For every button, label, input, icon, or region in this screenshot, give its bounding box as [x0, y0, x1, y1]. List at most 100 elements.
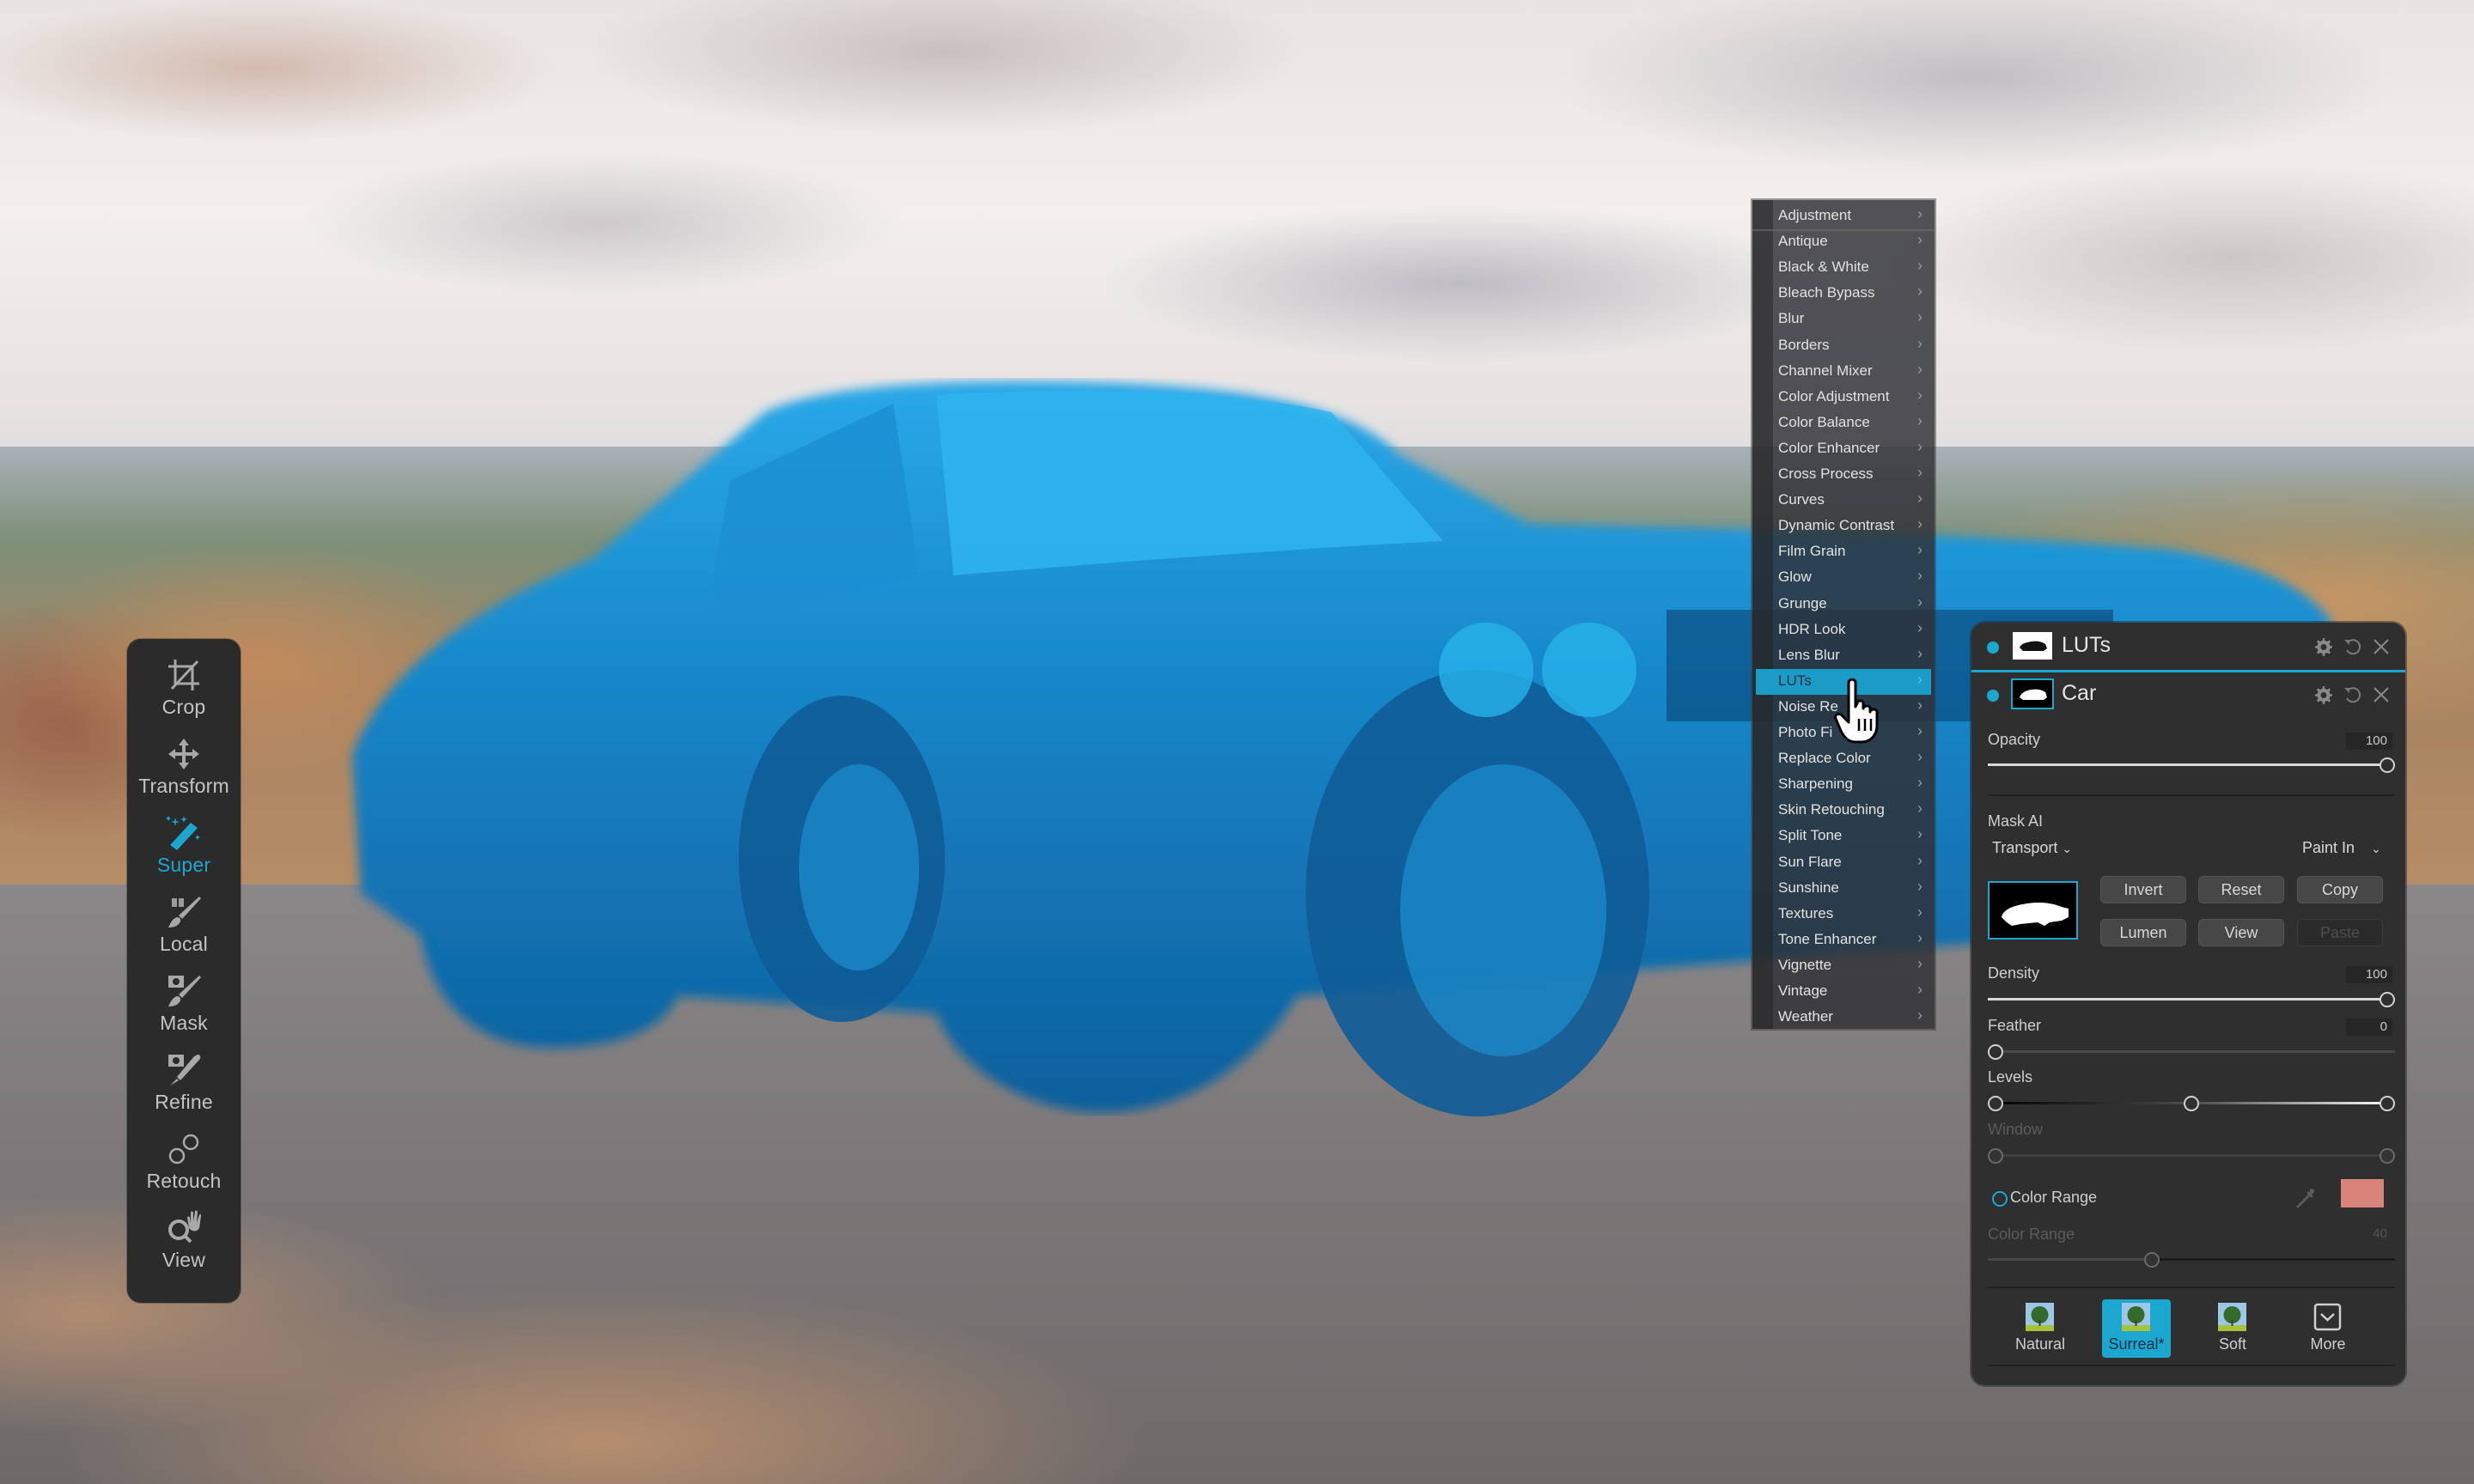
feather-slider[interactable] — [1988, 1050, 2395, 1053]
filter-menu-item[interactable]: Skin Retouching › — [1752, 798, 1935, 824]
levels-white-knob[interactable] — [2380, 1096, 2395, 1111]
gear-icon[interactable] — [2313, 636, 2333, 657]
paint-mode-dropdown[interactable]: Paint In ⌄ — [2302, 839, 2381, 857]
tool-refine[interactable]: Refine — [127, 1046, 241, 1125]
mask-category-dropdown[interactable]: Transport ⌄ — [1992, 839, 2072, 857]
chevron-right-icon: › — [1917, 644, 1923, 662]
gear-icon[interactable] — [2313, 684, 2333, 705]
filter-menu-item[interactable]: Vintage › — [1752, 979, 1935, 1005]
color-range-toggle-label: Color Range — [2010, 1189, 2098, 1206]
filter-menu-item[interactable]: Channel Mixer › — [1752, 359, 1935, 385]
magic-wand-icon — [166, 816, 200, 850]
filter-menu-item-label: Curves — [1778, 491, 1825, 508]
tool-sidebar: Crop Transform Super Local Mask Refine R… — [127, 639, 241, 1303]
mask-ai-preview[interactable] — [1988, 881, 2078, 940]
chevron-right-icon: › — [1917, 515, 1923, 533]
filter-menu-item[interactable]: Borders › — [1752, 333, 1935, 359]
filter-menu-item[interactable]: Antique › — [1752, 229, 1935, 255]
filter-menu-item-label: Vignette — [1778, 956, 1832, 973]
eyedropper-icon[interactable] — [2296, 1188, 2317, 1210]
filter-menu-item[interactable]: Film Grain › — [1752, 539, 1935, 565]
levels-mid-knob[interactable] — [2184, 1096, 2199, 1111]
filter-menu-item[interactable]: Dynamic Contrast › — [1752, 514, 1935, 539]
filter-menu-item[interactable]: Color Adjustment › — [1752, 385, 1935, 411]
filter-menu-item[interactable]: Glow › — [1752, 565, 1935, 591]
feather-value[interactable]: 0 — [2346, 1019, 2392, 1036]
preset-natural[interactable]: Natural — [2006, 1299, 2075, 1358]
filter-menu-item[interactable]: Color Balance › — [1752, 411, 1935, 436]
color-range-radio[interactable] — [1992, 1191, 2008, 1207]
tool-local[interactable]: Local — [127, 888, 241, 967]
filter-menu-item[interactable]: Black & White › — [1752, 255, 1935, 281]
tool-super[interactable]: Super — [127, 809, 241, 888]
filter-menu-item-label: Tone Enhancer — [1778, 930, 1877, 947]
filter-menu-item[interactable]: Grunge › — [1752, 592, 1935, 617]
reset-undo-icon[interactable] — [2342, 684, 2362, 705]
filter-menu-item[interactable]: Blur › — [1752, 307, 1935, 332]
filter-menu-item-label: Noise Re — [1778, 697, 1838, 715]
filter-menu-item[interactable]: Weather › — [1752, 1005, 1935, 1031]
filter-menu-item[interactable]: Lens Blur › — [1752, 643, 1935, 669]
filter-menu-item[interactable]: Adjustment › — [1752, 204, 1935, 231]
density-slider[interactable] — [1988, 998, 2395, 1000]
filter-menu-item[interactable]: Cross Process › — [1752, 462, 1935, 488]
filter-menu-item[interactable]: Sun Flare › — [1752, 850, 1935, 876]
window-low-knob[interactable] — [1988, 1148, 2003, 1164]
invert-button[interactable]: Invert — [2100, 876, 2186, 903]
window-high-knob[interactable] — [2380, 1148, 2395, 1164]
color-range-value[interactable]: 40 — [2346, 1226, 2392, 1243]
filter-menu-item[interactable]: Replace Color › — [1752, 746, 1935, 772]
filter-menu-item-label: Replace Color — [1778, 750, 1871, 767]
preset-soft[interactable]: Soft — [2198, 1299, 2267, 1358]
tool-mask[interactable]: Mask — [127, 967, 241, 1046]
chevron-right-icon: › — [1917, 877, 1923, 895]
filter-menu-item[interactable]: Sunshine › — [1752, 876, 1935, 902]
tool-view[interactable]: View — [127, 1204, 241, 1283]
retouch-circles-icon — [168, 1134, 199, 1165]
move-arrows-icon — [168, 739, 199, 769]
tool-label: Crop — [161, 696, 206, 718]
filter-menu-item[interactable]: HDR Look › — [1752, 617, 1935, 643]
preset-surreal[interactable]: Surreal* — [2102, 1299, 2171, 1358]
density-slider-knob[interactable] — [2380, 992, 2395, 1007]
window-slider[interactable] — [1988, 1154, 2395, 1157]
color-range-slider-knob[interactable] — [2144, 1252, 2160, 1268]
filter-menu-item[interactable]: Textures › — [1752, 902, 1935, 928]
filter-menu-item[interactable]: Tone Enhancer › — [1752, 928, 1935, 953]
filter-menu-item[interactable]: Split Tone › — [1752, 824, 1935, 849]
lumen-button[interactable]: Lumen — [2100, 919, 2186, 946]
layer-visibility-dot[interactable] — [1987, 642, 1999, 654]
filter-menu-item[interactable]: Vignette › — [1752, 953, 1935, 979]
opacity-slider-knob[interactable] — [2380, 757, 2395, 773]
reset-button[interactable]: Reset — [2198, 876, 2284, 903]
layer-row-luts[interactable]: LUTs — [1971, 624, 2405, 669]
close-icon[interactable] — [2371, 636, 2392, 657]
filter-menu-item[interactable]: Sharpening › — [1752, 772, 1935, 798]
chevron-right-icon: › — [1917, 851, 1923, 869]
reset-undo-icon[interactable] — [2342, 636, 2362, 657]
feather-slider-knob[interactable] — [1988, 1044, 2003, 1060]
tool-retouch[interactable]: Retouch — [127, 1125, 241, 1204]
filter-menu-item[interactable]: Curves › — [1752, 488, 1935, 514]
layer-row-car[interactable]: Car — [1971, 672, 2405, 717]
color-range-swatch[interactable] — [2341, 1179, 2384, 1207]
preset-more[interactable]: More — [2294, 1299, 2362, 1358]
color-range-slider[interactable] — [1988, 1258, 2395, 1261]
opacity-value[interactable]: 100 — [2346, 733, 2392, 750]
filter-menu-item[interactable]: Bleach Bypass › — [1752, 281, 1935, 307]
close-icon[interactable] — [2371, 684, 2392, 705]
copy-button[interactable]: Copy — [2297, 876, 2383, 903]
opacity-slider[interactable] — [1988, 763, 2395, 766]
tool-label: Local — [160, 933, 208, 955]
chevron-right-icon: › — [1917, 722, 1923, 739]
tool-crop[interactable]: Crop — [127, 651, 241, 730]
filter-menu-item[interactable]: Color Enhancer › — [1752, 436, 1935, 462]
tree-thumbnail-icon — [2026, 1303, 2054, 1331]
tool-transform[interactable]: Transform — [127, 730, 241, 809]
chevron-right-icon: › — [1917, 308, 1923, 326]
levels-black-knob[interactable] — [1988, 1096, 2003, 1111]
view-button[interactable]: View — [2198, 919, 2284, 946]
paste-button[interactable]: Paste — [2297, 919, 2383, 946]
layer-visibility-dot[interactable] — [1987, 690, 1999, 702]
density-value[interactable]: 100 — [2346, 966, 2392, 983]
